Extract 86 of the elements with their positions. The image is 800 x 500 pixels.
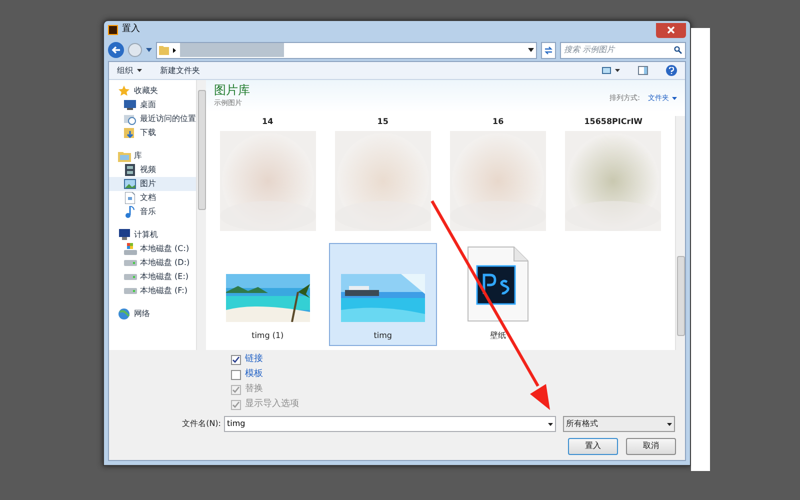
option-checkbox[interactable]: 模板 — [231, 368, 685, 382]
monitor-icon — [124, 100, 136, 110]
caret-icon — [615, 69, 620, 72]
sidebar-item[interactable]: 音乐 — [109, 205, 196, 219]
sidebar-group[interactable]: 库 — [109, 149, 196, 163]
view-menu-button[interactable] — [602, 67, 620, 74]
sidebar-item[interactable]: 最近访问的位置 — [109, 112, 196, 126]
picture-icon — [124, 179, 136, 189]
hard-drive-icon — [124, 288, 136, 294]
file-tile[interactable]: 16 — [440, 116, 556, 243]
file-name: 15 — [377, 116, 388, 128]
filename-label: 文件名(N): — [182, 418, 221, 430]
filename-input[interactable]: timg — [227, 418, 548, 430]
question-mark-icon — [669, 67, 674, 74]
content-scrollbar[interactable] — [675, 116, 685, 350]
sidebar-item[interactable]: 文档 — [109, 191, 196, 205]
file-name: 16 — [492, 116, 504, 128]
file-name: 15658PICrIW — [584, 116, 643, 128]
dropdown-caret-icon — [548, 422, 553, 426]
star-icon — [118, 85, 130, 97]
file-tile[interactable]: 15658PICrIW — [556, 116, 671, 243]
hard-drive-icon — [124, 274, 136, 280]
place-button[interactable]: 置入 — [568, 438, 618, 454]
document-icon — [125, 192, 135, 204]
sidebar-scrollbar[interactable] — [196, 80, 206, 350]
chevron-icon — [173, 48, 176, 52]
help-button[interactable] — [666, 65, 677, 76]
computer-icon — [118, 229, 130, 241]
sidebar-item[interactable]: 桌面 — [109, 98, 196, 112]
preview-pane-button[interactable] — [638, 66, 648, 75]
back-arrow-icon — [111, 45, 121, 55]
filetype-dropdown[interactable]: 所有格式 — [563, 416, 675, 432]
sidebar-item[interactable]: 本地磁盘 (C:) — [109, 242, 196, 256]
option-checkbox[interactable]: 链接 — [231, 353, 685, 367]
window-title: 置入 — [122, 23, 140, 36]
sidebar-item[interactable]: 视频 — [109, 163, 196, 177]
file-tile[interactable]: 15 — [325, 116, 440, 243]
sidebar-item[interactable]: 本地磁盘 (D:) — [109, 256, 196, 270]
file-tile[interactable]: 壁纸 — [444, 243, 552, 346]
system-drive-icon — [124, 243, 136, 255]
file-tile[interactable]: 14 — [210, 116, 326, 243]
cancel-button[interactable]: 取消 — [626, 438, 676, 454]
view-icon — [602, 67, 611, 74]
caret-icon — [137, 69, 142, 72]
library-title: 图片库 — [214, 83, 250, 98]
photoshop-file-icon — [467, 246, 530, 322]
network-globe-icon — [118, 308, 130, 320]
search-icon — [674, 46, 682, 54]
illustrator-logo-icon — [108, 25, 118, 35]
sidebar-item[interactable]: 本地磁盘 (E:) — [109, 270, 196, 284]
sidebar-group[interactable]: 收藏夹 — [109, 84, 196, 98]
folder-clock-icon — [124, 113, 136, 125]
caret-icon — [672, 96, 677, 100]
file-tile[interactable]: timg (1) — [214, 243, 322, 346]
sidebar-group[interactable]: 网络 — [109, 307, 196, 321]
hard-drive-icon — [124, 260, 136, 266]
new-folder-button[interactable]: 新建文件夹 — [160, 64, 200, 76]
film-icon — [125, 164, 135, 176]
dropdown-caret-icon — [667, 422, 672, 426]
refresh-icon — [544, 46, 553, 54]
sidebar-item[interactable]: 图片 — [109, 177, 196, 191]
search-field[interactable]: 搜索 示例图片 — [560, 42, 686, 58]
pane-icon — [638, 66, 648, 75]
checkmark-icon — [232, 356, 240, 364]
back-button[interactable] — [108, 42, 124, 58]
address-bar[interactable] — [156, 42, 537, 58]
library-folder-icon — [118, 150, 130, 162]
sidebar-item[interactable]: 本地磁盘 (F:) — [109, 284, 196, 298]
file-name: 壁纸 — [490, 330, 506, 342]
download-folder-icon — [124, 127, 136, 139]
folder-icon — [159, 45, 169, 55]
file-name: 14 — [262, 116, 274, 128]
file-name: timg — [374, 330, 392, 342]
file-tile[interactable]: timg — [329, 243, 436, 346]
music-note-icon — [125, 206, 135, 218]
close-icon — [667, 26, 675, 34]
sidebar-item[interactable]: 下载 — [109, 126, 196, 140]
history-caret-icon — [146, 48, 152, 52]
filename-field[interactable]: timg — [224, 416, 556, 432]
file-name: timg (1) — [252, 330, 284, 342]
dropdown-caret-icon — [528, 48, 534, 52]
search-input[interactable]: 搜索 示例图片 — [564, 44, 674, 56]
organize-menu[interactable]: 组织 — [117, 64, 142, 76]
close-button[interactable] — [656, 22, 686, 38]
refresh-button[interactable] — [541, 42, 556, 58]
sidebar-group[interactable]: 计算机 — [109, 228, 196, 242]
